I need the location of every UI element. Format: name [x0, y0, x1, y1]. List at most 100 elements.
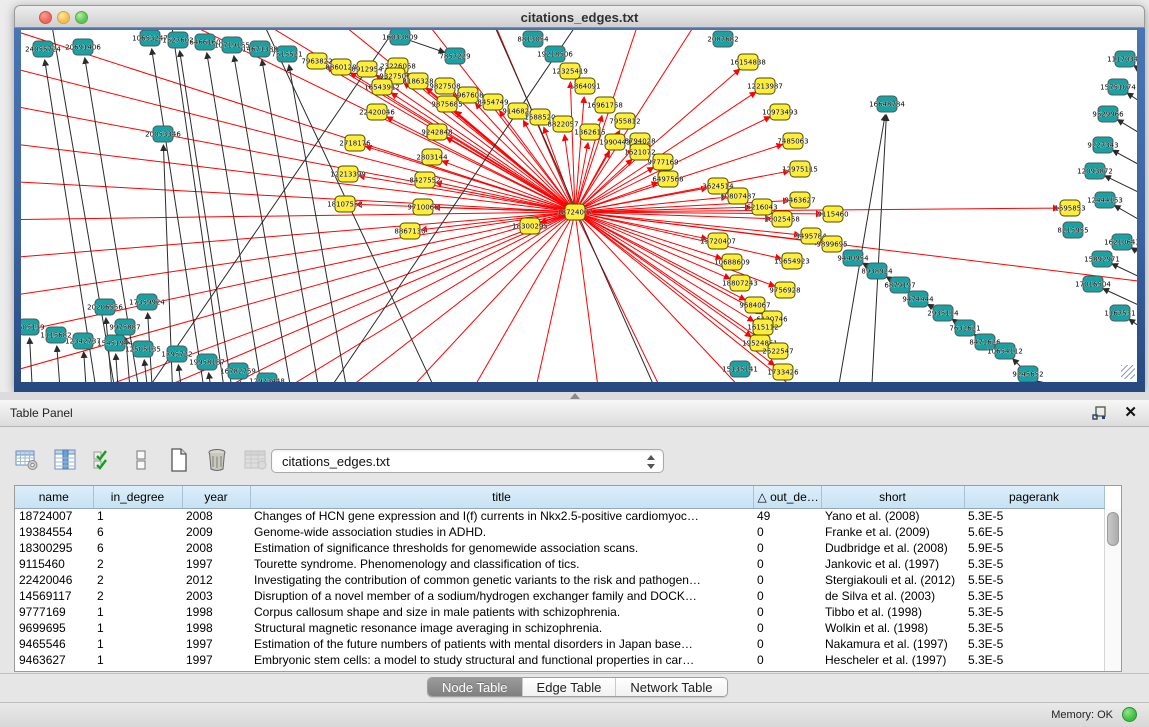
table-cell[interactable]: 5.3E-5 [964, 556, 1104, 572]
table-cell[interactable]: 5.6E-5 [964, 524, 1104, 540]
graph-node-9115460[interactable]: 9115460 [817, 206, 848, 222]
graph-edge[interactable] [581, 197, 727, 211]
graph-edge[interactable] [21, 212, 575, 340]
table-cell[interactable]: 0 [753, 652, 821, 668]
table-cell[interactable]: Estimation of the future numbers of pati… [250, 636, 753, 652]
graph-node-9474444[interactable]: 9474444 [902, 291, 934, 307]
graph-node-9463627[interactable]: 9463627 [784, 192, 815, 208]
graph-edge[interactable] [171, 30, 575, 212]
graph-edge[interactable] [321, 212, 575, 382]
table-cell[interactable]: 5.3E-5 [964, 652, 1104, 668]
column-header-short[interactable]: short [821, 486, 964, 508]
graph-node-16154838[interactable]: 16154838 [730, 54, 766, 70]
graph-node-9710066[interactable]: 9710066 [407, 199, 439, 215]
column-header-name[interactable]: name [15, 486, 93, 508]
graph-node-10688609[interactable]: 10688609 [714, 254, 750, 270]
table-cell[interactable]: 5.5E-5 [964, 572, 1104, 588]
column-header-title[interactable]: title [250, 486, 753, 508]
float-panel-icon[interactable] [1092, 406, 1107, 421]
graph-edge[interactable] [570, 82, 574, 206]
table-cell[interactable]: Franke et al. (2009) [821, 524, 964, 540]
column-header-year[interactable]: year [182, 486, 250, 508]
table-cell[interactable]: de Silva et al. (2003) [821, 588, 964, 604]
table-cell[interactable]: 1 [93, 636, 182, 652]
close-panel-icon[interactable]: ✕ [1124, 404, 1137, 422]
graph-edge[interactable] [152, 49, 206, 382]
graph-node-1167531[interactable]: 1167531 [1104, 305, 1135, 321]
table-cell[interactable]: Structural magnetic resonance image aver… [250, 620, 753, 636]
graph-edge[interactable] [1113, 150, 1137, 182]
graph-node-12444153[interactable]: 12444153 [1087, 192, 1123, 208]
graph-edge[interactable] [209, 373, 213, 382]
graph-node-24055724[interactable]: 24055724 [25, 41, 61, 57]
table-cell[interactable]: 9699695 [15, 620, 93, 636]
graph-edge[interactable] [581, 214, 722, 259]
table-cell[interactable]: Nakamura et al. (1997) [821, 636, 964, 652]
graph-edge[interactable] [580, 215, 745, 300]
graph-edge[interactable] [171, 30, 226, 382]
graph-node-6497568[interactable]: 6497568 [652, 171, 683, 187]
tab-node-table[interactable]: Node Table [428, 678, 523, 696]
table-cell[interactable]: 1997 [182, 636, 250, 652]
table-cell[interactable]: 0 [753, 572, 821, 588]
table-row[interactable]: 946554611997Estimation of the future num… [15, 636, 1104, 652]
column-header-pagerank[interactable]: pagerank [964, 486, 1104, 508]
table-cell[interactable]: 0 [753, 636, 821, 652]
table-cell[interactable]: 5.3E-5 [964, 508, 1104, 524]
table-row[interactable]: 911546021997Tourette syndrome. Phenomeno… [15, 556, 1104, 572]
table-cell[interactable]: 14569117 [15, 588, 93, 604]
new-column-icon[interactable] [166, 447, 192, 473]
graph-edge[interactable] [21, 60, 575, 212]
graph-node-17359924[interactable]: 17359924 [129, 294, 165, 310]
table-cell[interactable]: Dudbridge et al. (2008) [821, 540, 964, 556]
table-row[interactable]: 1938455462009Genome-wide association stu… [15, 524, 1104, 540]
table-cell[interactable]: 2003 [182, 588, 250, 604]
table-cell[interactable]: 2009 [182, 524, 250, 540]
graph-node-2087682[interactable]: 2087682 [707, 31, 738, 47]
graph-node-19218506[interactable]: 19218506 [537, 46, 573, 62]
graph-node-7632621[interactable]: 7632621 [949, 320, 980, 336]
graph-edge[interactable] [289, 65, 349, 382]
table-cell[interactable]: 18724007 [15, 508, 93, 524]
graph-edge[interactable] [1129, 319, 1137, 348]
table-cell[interactable]: 2 [93, 556, 182, 572]
graph-node-12975115[interactable]: 12975115 [782, 161, 818, 177]
table-cell[interactable]: 1998 [182, 620, 250, 636]
graph-edge[interactable] [21, 212, 575, 380]
table-cell[interactable]: Tourette syndrome. Phenomenology and cla… [250, 556, 753, 572]
network-canvas[interactable]: 1872400779638228860128891295423226058932… [21, 30, 1137, 382]
table-cell[interactable]: 1997 [182, 556, 250, 572]
table-cell[interactable]: 0 [753, 588, 821, 604]
table-cell[interactable]: Genome-wide association studies in ADHD. [250, 524, 753, 540]
graph-edge[interactable] [409, 40, 445, 52]
table-cell[interactable]: 1998 [182, 604, 250, 620]
graph-node-22420046[interactable]: 22420046 [359, 104, 395, 120]
graph-node-12325419[interactable]: 12325419 [552, 63, 588, 79]
table-row[interactable]: 1456911722003Disruption of a novel membe… [15, 588, 1104, 604]
graph-edge[interactable] [461, 212, 575, 382]
graph-node-7857229[interactable]: 7857229 [439, 48, 470, 64]
window-titlebar[interactable]: citations_edges.txt [14, 5, 1145, 28]
table-cell[interactable]: 1 [93, 508, 182, 524]
table-cell[interactable]: 0 [753, 524, 821, 540]
graph-node-20206556[interactable]: 20206556 [87, 299, 123, 315]
graph-node-16961758[interactable]: 16961758 [587, 97, 623, 113]
graph-node-20053346[interactable]: 20053346 [145, 126, 181, 142]
citation-network-graph[interactable]: 1872400779638228860128891295423226058932… [21, 30, 1137, 382]
table-cell[interactable]: 0 [753, 620, 821, 636]
graph-node-8813054[interactable]: 8813054 [517, 31, 549, 47]
table-cell[interactable]: 5.3E-5 [964, 620, 1104, 636]
graph-node-1864091[interactable]: 1864091 [569, 78, 600, 94]
graph-node-16033809[interactable]: 16033809 [382, 30, 418, 45]
graph-node-8215955[interactable]: 8215955 [1057, 222, 1088, 238]
table-cell[interactable]: 6 [93, 524, 182, 540]
graph-edge[interactable] [57, 346, 61, 382]
table-cell[interactable]: Hescheler et al. (1997) [821, 652, 964, 668]
node-table[interactable]: namein_degreeyeartitle△ out_de…shortpage… [15, 486, 1105, 668]
graph-node-9975887[interactable]: 9975887 [109, 319, 140, 335]
table-row[interactable]: 977716911998Corpus callosum shape and si… [15, 604, 1104, 620]
graph-edge[interactable] [1131, 248, 1137, 272]
graph-node-12213987[interactable]: 12213987 [747, 78, 783, 94]
column-header-outde[interactable]: △ out_de… [753, 486, 821, 508]
window-resize-grip[interactable] [1121, 365, 1135, 379]
